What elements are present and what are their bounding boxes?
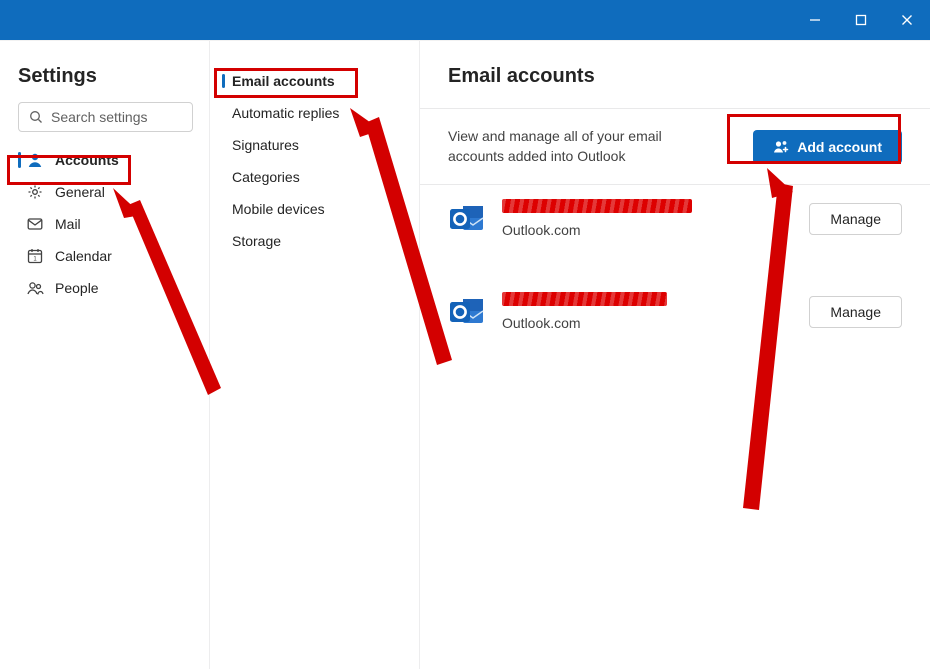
sidebar-item-label: Accounts xyxy=(55,152,119,168)
mail-icon xyxy=(26,215,44,233)
subnav-item-label: Signatures xyxy=(232,137,299,153)
account-email-redacted xyxy=(502,292,667,306)
close-icon xyxy=(899,12,915,28)
subnav-item-label: Categories xyxy=(232,169,300,185)
main-pane: Email accounts View and manage all of yo… xyxy=(420,41,930,669)
calendar-icon: 1 xyxy=(26,247,44,265)
settings-subnav: Email accounts Automatic replies Signatu… xyxy=(210,41,420,669)
page-description: View and manage all of your email accoun… xyxy=(448,127,708,166)
search-placeholder: Search settings xyxy=(51,109,148,125)
minimize-icon xyxy=(807,12,823,28)
account-email-redacted xyxy=(502,199,692,213)
manage-account-button[interactable]: Manage xyxy=(809,296,902,328)
subnav-item-email-accounts[interactable]: Email accounts xyxy=(222,65,407,97)
page-title: Email accounts xyxy=(448,65,902,88)
gear-icon xyxy=(26,183,44,201)
people-icon xyxy=(26,279,44,297)
account-provider: Outlook.com xyxy=(502,315,793,331)
window-maximize-button[interactable] xyxy=(838,0,884,40)
account-row: Outlook.com Manage xyxy=(448,278,902,345)
subnav-item-label: Email accounts xyxy=(232,73,335,89)
settings-sidebar: Settings Search settings Accounts Genera… xyxy=(0,41,210,669)
subnav-item-label: Mobile devices xyxy=(232,201,325,217)
sidebar-item-mail[interactable]: Mail xyxy=(18,208,193,240)
people-add-icon xyxy=(773,139,789,155)
subnav-item-mobile-devices[interactable]: Mobile devices xyxy=(222,193,407,225)
sidebar-item-label: Mail xyxy=(55,216,81,232)
add-account-label: Add account xyxy=(797,139,882,155)
window-minimize-button[interactable] xyxy=(792,0,838,40)
sidebar-item-label: General xyxy=(55,184,105,200)
outlook-logo-icon xyxy=(448,294,486,330)
subnav-item-categories[interactable]: Categories xyxy=(222,161,407,193)
sidebar-item-accounts[interactable]: Accounts xyxy=(18,144,193,176)
search-input[interactable]: Search settings xyxy=(18,102,193,132)
sidebar-item-label: Calendar xyxy=(55,248,112,264)
subnav-item-storage[interactable]: Storage xyxy=(222,225,407,257)
search-icon xyxy=(28,109,44,125)
sidebar-item-people[interactable]: People xyxy=(18,272,193,304)
window-titlebar xyxy=(0,0,930,40)
account-row: Outlook.com Manage xyxy=(448,185,902,252)
subnav-item-label: Automatic replies xyxy=(232,105,339,121)
add-account-button[interactable]: Add account xyxy=(753,130,902,164)
sidebar-item-label: People xyxy=(55,280,99,296)
outlook-logo-icon xyxy=(448,201,486,237)
person-icon xyxy=(26,151,44,169)
manage-account-button[interactable]: Manage xyxy=(809,203,902,235)
sidebar-item-general[interactable]: General xyxy=(18,176,193,208)
subnav-item-signatures[interactable]: Signatures xyxy=(222,129,407,161)
maximize-icon xyxy=(853,12,869,28)
subnav-item-automatic-replies[interactable]: Automatic replies xyxy=(222,97,407,129)
subnav-item-label: Storage xyxy=(232,233,281,249)
settings-title: Settings xyxy=(18,65,193,88)
window-close-button[interactable] xyxy=(884,0,930,40)
sidebar-item-calendar[interactable]: 1 Calendar xyxy=(18,240,193,272)
account-provider: Outlook.com xyxy=(502,222,793,238)
svg-text:1: 1 xyxy=(33,257,37,263)
